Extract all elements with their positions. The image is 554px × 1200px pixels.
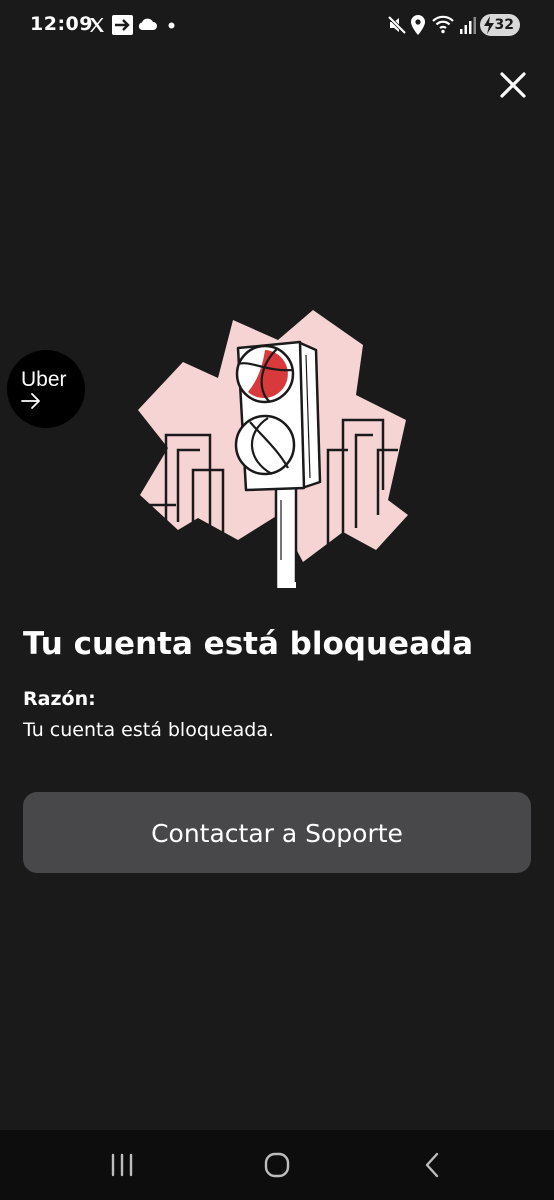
forward-message-icon [112,15,133,35]
location-icon [411,15,425,35]
x-app-icon [90,18,104,32]
arrow-right-icon [21,393,40,409]
cloud-icon [138,18,157,30]
navigation-bar [0,1130,554,1200]
uber-bubble[interactable]: Uber [7,350,85,428]
status-bar: 12:09 32 [0,0,554,52]
signal-icon [460,17,476,34]
back-icon[interactable] [412,1150,452,1180]
traffic-light-pole [274,480,298,588]
home-icon[interactable] [257,1150,297,1180]
dot-icon [168,22,175,29]
battery-charging-icon: 32 [480,14,520,36]
traffic-light-illustration [138,310,408,588]
reason-label: Razón: [23,688,96,710]
reason-text: Tu cuenta está bloqueada. [23,719,275,741]
uber-logo: Uber [21,368,67,391]
contact-support-button[interactable]: Contactar a Soporte [23,792,531,873]
wifi-icon [432,15,454,34]
red-light [235,344,295,404]
close-button[interactable] [496,68,530,102]
mute-icon [387,15,407,35]
page-title: Tu cuenta está bloqueada [23,626,474,662]
unlit-light [234,414,296,476]
status-time: 12:09 [30,13,93,35]
battery-level: 32 [494,17,514,33]
recent-apps-icon[interactable] [102,1150,142,1180]
charging-bolt-icon [484,16,494,34]
